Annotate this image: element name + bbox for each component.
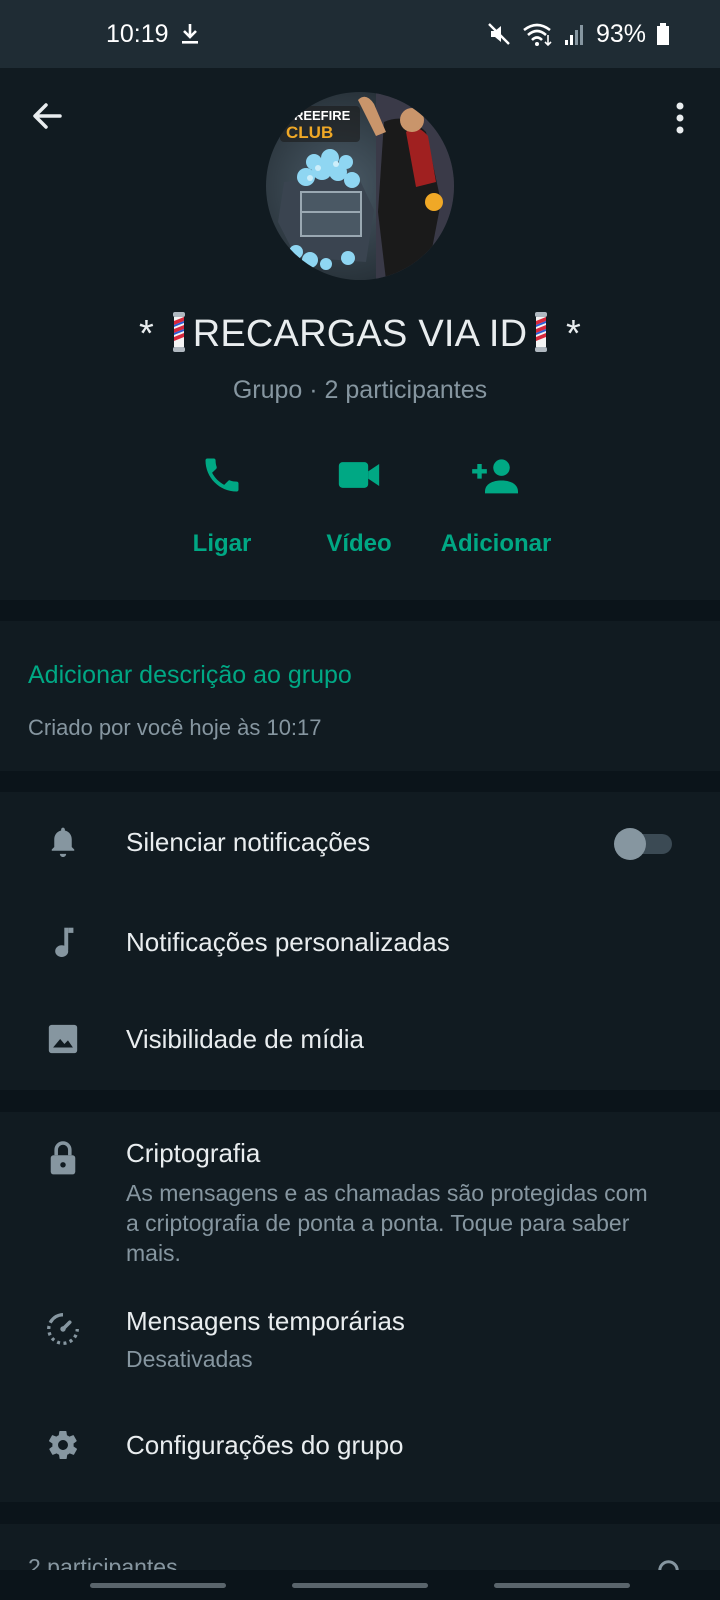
video-label: Vídeo [326, 530, 392, 557]
image-icon [44, 1020, 82, 1058]
timer-icon [44, 1310, 82, 1348]
created-info: Criado por você hoje às 10:17 [28, 715, 322, 740]
svg-text:CLUB: CLUB [286, 123, 333, 142]
call-button[interactable]: Ligar [152, 450, 292, 560]
nav-back-handle[interactable] [494, 1583, 630, 1588]
group-name-prefix: * [138, 313, 154, 355]
system-navigation-bar [0, 1570, 720, 1600]
add-description-link[interactable]: Adicionar descrição ao grupo [28, 661, 352, 690]
custom-notifications-label: Notificações personalizadas [126, 927, 450, 957]
media-visibility-row[interactable]: Visibilidade de mídia [0, 992, 720, 1090]
disappearing-messages-row[interactable]: Mensagens temporárias Desativadas [0, 1280, 720, 1390]
disappearing-title: Mensagens temporárias [126, 1306, 405, 1336]
group-avatar[interactable]: FREEFIRE CLUB [266, 92, 454, 280]
battery-percent: 93% [595, 19, 646, 48]
gear-icon [44, 1426, 82, 1464]
music-note-icon [44, 923, 82, 961]
group-settings-row[interactable]: Configurações do grupo [0, 1390, 720, 1502]
toggle-knob [614, 828, 646, 860]
description-card: Adicionar descrição ao grupo Criado por … [0, 621, 720, 771]
arrow-back-icon [33, 103, 62, 129]
notification-settings-card: Silenciar notificações Notificações pers… [0, 792, 720, 1090]
wifi-icon [522, 21, 554, 47]
custom-notifications-row[interactable]: Notificações personalizadas [0, 892, 720, 992]
add-participant-button[interactable]: Adicionar [426, 450, 566, 560]
media-visibility-label: Visibilidade de mídia [126, 1024, 364, 1054]
mute-label: Silenciar notificações [126, 827, 371, 857]
more-vert-icon [676, 102, 684, 134]
bell-icon [44, 823, 82, 861]
mute-icon [486, 21, 512, 47]
download-icon [179, 22, 201, 46]
video-icon [289, 450, 429, 500]
add-label: Adicionar [440, 530, 552, 557]
group-subtitle: Grupo · 2 participantes [232, 376, 488, 404]
nav-home-handle[interactable] [292, 1583, 428, 1588]
group-name-suffix: * [566, 313, 582, 355]
group-settings-label: Configurações do grupo [126, 1430, 404, 1460]
svg-text:FREEFIRE: FREEFIRE [286, 108, 351, 123]
encryption-title: Criptografia [126, 1138, 261, 1168]
more-options-button[interactable] [670, 98, 690, 138]
lock-icon [44, 1139, 82, 1177]
battery-icon [656, 22, 670, 46]
security-settings-card: Criptografia As mensagens e as chamadas … [0, 1112, 720, 1502]
mute-notifications-row[interactable]: Silenciar notificações [0, 792, 720, 892]
status-time: 10:19 [106, 19, 169, 48]
status-bar: 10:19 93% [0, 0, 720, 68]
video-button[interactable]: Vídeo [289, 450, 429, 560]
barber-pole-icon [531, 312, 551, 352]
signal-icon [564, 22, 586, 46]
group-name-text: RECARGAS VIA ID [192, 313, 528, 355]
group-name: * RECARGAS VIA ID * [0, 312, 720, 356]
encryption-description: As mensagens e as chamadas são protegida… [126, 1180, 648, 1266]
mute-toggle[interactable] [614, 828, 674, 860]
encryption-row[interactable]: Criptografia As mensagens e as chamadas … [0, 1112, 720, 1272]
disappearing-value: Desativadas [126, 1346, 253, 1372]
call-label: Ligar [192, 530, 252, 557]
add-person-icon [426, 450, 566, 500]
phone-icon [152, 450, 292, 500]
action-buttons: Ligar Vídeo Adicionar [0, 450, 720, 560]
barber-pole-icon [169, 312, 189, 352]
group-info-header: FREEFIRE CLUB * RECARGAS VIA ID * Grupo … [0, 68, 720, 600]
nav-recents-handle[interactable] [90, 1583, 226, 1588]
back-button[interactable] [28, 96, 68, 136]
